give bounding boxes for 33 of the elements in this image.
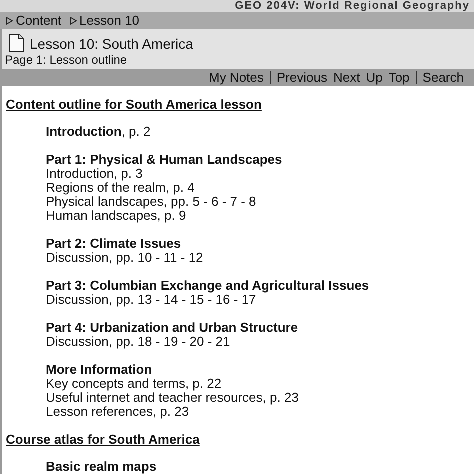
page-link[interactable]: Introduction, p. 3 — [46, 167, 470, 181]
section-heading: Course atlas for South America — [6, 433, 201, 447]
triangle-icon — [70, 16, 77, 24]
group-title[interactable]: Part 1: Physical & Human Landscapes — [46, 153, 470, 167]
lesson-title: Lesson 10: South America — [30, 36, 194, 52]
breadcrumb-link[interactable]: Content — [6, 13, 62, 28]
document-icon — [9, 34, 24, 52]
nav-link[interactable]: My Notes — [208, 70, 264, 85]
page-link[interactable]: Discussion, pp. 13 - 14 - 15 - 16 - 17 — [46, 293, 470, 307]
triangle-icon — [6, 16, 13, 24]
page-title: Page 1: Lesson outline — [5, 53, 128, 67]
page-link[interactable]: Discussion, pp. 18 - 19 - 20 - 21 — [46, 335, 470, 349]
group-title[interactable]: Introduction, p. 2 — [46, 125, 470, 139]
nav-link[interactable]: Top — [388, 70, 410, 85]
nav-link[interactable]: Previous — [276, 70, 328, 85]
nav-link[interactable]: Up — [366, 70, 383, 85]
page-link[interactable]: Lesson references, p. 23 — [46, 405, 470, 419]
nav-link[interactable]: Search — [422, 70, 464, 85]
page-link[interactable]: Human landscapes, p. 9 — [46, 209, 470, 223]
nav-link[interactable]: Next — [333, 70, 360, 85]
page-link[interactable]: Key concepts and terms, p. 22 — [46, 377, 470, 391]
course-title: GEO 204V: World Regional Geography — [235, 0, 470, 12]
page-link[interactable]: Physical landscapes, pp. 5 - 6 - 7 - 8 — [46, 195, 470, 209]
group-title[interactable]: Basic realm maps — [46, 460, 470, 474]
breadcrumb-link[interactable]: Lesson 10 — [70, 13, 140, 28]
page-link[interactable]: Useful internet and teacher resources, p. 23 — [46, 391, 470, 405]
group-title[interactable]: Part 3: Columbian Exchange and Agricultural Issues — [46, 279, 470, 293]
page-link[interactable]: Discussion, pp. 10 - 11 - 12 — [46, 251, 470, 265]
group-title[interactable]: More Information — [46, 363, 470, 377]
section-heading: Content outline for South America lesson — [6, 98, 263, 112]
page-link[interactable]: Regions of the realm, p. 4 — [46, 181, 470, 195]
group-title[interactable]: Part 2: Climate Issues — [46, 237, 470, 251]
group-title[interactable]: Part 4: Urbanization and Urban Structure — [46, 321, 470, 335]
